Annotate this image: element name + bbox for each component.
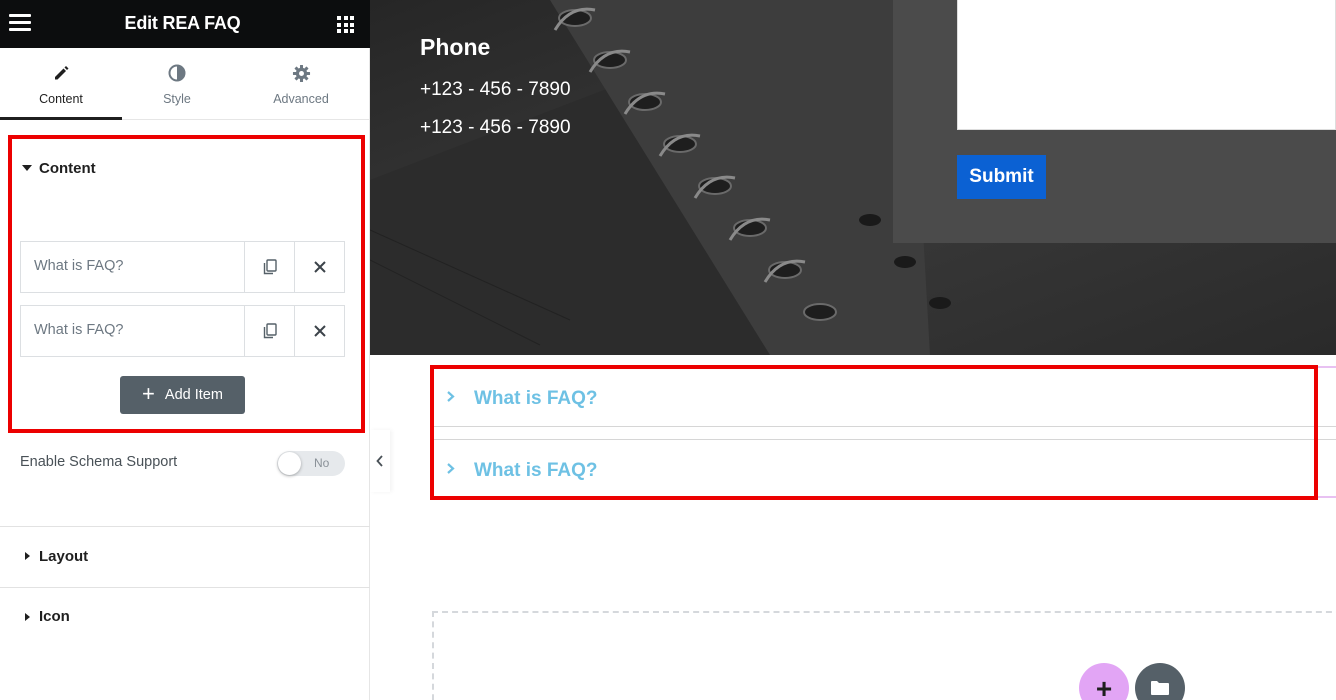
panel-header: Edit REA FAQ: [0, 0, 370, 48]
layout-section-toggle[interactable]: Layout: [0, 527, 370, 587]
hamburger-menu-icon[interactable]: [9, 14, 31, 34]
toggle-knob: [278, 452, 301, 475]
widgets-grid-icon[interactable]: [337, 16, 354, 33]
schema-support-label: Enable Schema Support: [20, 454, 178, 470]
caret-right-icon: [25, 552, 30, 560]
highlight-box: [8, 135, 365, 433]
panel-title: Edit REA FAQ: [124, 13, 241, 33]
toggle-label: No: [314, 456, 330, 470]
layout-section-label: Layout: [39, 548, 89, 565]
panel-tabs: Content Style Advanced: [0, 48, 370, 120]
chevron-left-icon: [376, 455, 383, 467]
tab-content-label: Content: [39, 92, 83, 106]
contact-hero-section: Phone +123 - 456 - 7890 +123 - 456 - 789…: [370, 0, 1336, 355]
icon-section-label: Icon: [39, 608, 70, 625]
tab-style-label: Style: [163, 92, 191, 106]
collapse-panel-button[interactable]: [370, 430, 390, 492]
tab-advanced-label: Advanced: [273, 92, 329, 106]
highlight-box: [430, 365, 1318, 500]
tab-advanced[interactable]: Advanced: [240, 48, 362, 120]
gear-icon: [240, 64, 362, 84]
caret-right-icon: [25, 613, 30, 621]
tab-style[interactable]: Style: [116, 48, 238, 120]
phone-number: +123 - 456 - 7890: [420, 79, 571, 100]
contact-form: Submit: [893, 0, 1336, 243]
pencil-icon: [0, 64, 122, 84]
icon-section-toggle[interactable]: Icon: [0, 588, 370, 648]
add-section-dropzone[interactable]: [432, 611, 1336, 700]
tab-content[interactable]: Content: [0, 48, 122, 120]
folder-icon: [1151, 681, 1169, 695]
contrast-icon: [116, 64, 238, 84]
contact-phone-title: Phone: [420, 34, 491, 60]
editor-panel: Edit REA FAQ Content Style Advanced Cont…: [0, 0, 370, 700]
schema-support-toggle[interactable]: No: [277, 451, 345, 476]
submit-button[interactable]: Submit: [957, 155, 1046, 199]
message-textarea[interactable]: [957, 0, 1336, 130]
phone-number: +123 - 456 - 7890: [420, 117, 571, 138]
widget-outline: [1316, 366, 1336, 368]
